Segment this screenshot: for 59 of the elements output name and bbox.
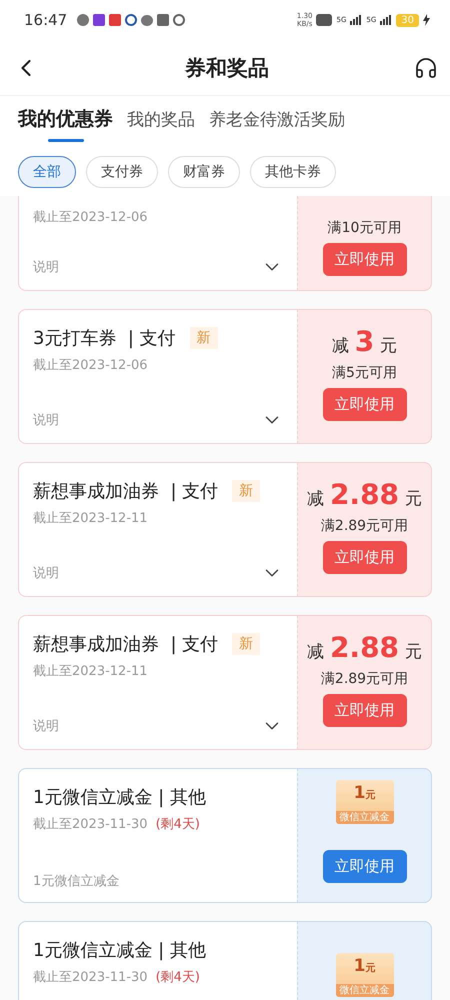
new-badge: 新 — [232, 633, 260, 655]
expiry-date: 截止至2023-12-06 — [33, 209, 148, 226]
filter-chip[interactable]: 其他卡券 — [250, 156, 336, 188]
coupon-description: 1元微信立减金 — [33, 873, 120, 890]
tab[interactable]: 养老金待激活奖励 — [209, 106, 345, 142]
discount-prefix: 减 — [306, 640, 324, 662]
discount-amount: 3 — [354, 324, 374, 358]
app-icon — [93, 14, 106, 26]
coupon-title: 3元打车券 | 支付 — [33, 327, 176, 350]
use-now-button[interactable]: 立即使用 — [322, 540, 406, 574]
expiry-date: 截止至2023-12-11 — [33, 663, 148, 680]
battery-level: 30 — [396, 14, 419, 26]
coupon-title: 1元微信立减金 | 其他 — [33, 786, 206, 809]
voucher-ticket: 1元 微信立减金 — [336, 952, 394, 996]
discount-prefix: 减 — [332, 334, 349, 356]
currency-unit: 元 — [405, 640, 422, 662]
usage-condition: 满2.89元可用 — [320, 670, 408, 688]
currency-unit: 元 — [405, 488, 422, 510]
signal-icon — [350, 15, 362, 25]
days-remaining: (剩4天) — [156, 816, 200, 833]
coupon-title: 薪想事成加油券 | 支付 — [33, 633, 218, 656]
app-icon — [109, 14, 122, 26]
coupon-title: 薪想事成加油券 | 支付 — [33, 480, 218, 503]
expiry-date: 截止至2023-12-06 — [33, 357, 148, 374]
coupon-description: 说明 — [33, 718, 59, 735]
coupon-description: 说明 — [33, 565, 59, 582]
filter-chip[interactable]: 财富券 — [168, 156, 240, 188]
page-title: 券和奖品 — [185, 54, 269, 82]
discount-amount: 2.88 — [330, 630, 400, 664]
coupon-description: 说明 — [33, 259, 59, 276]
headset-icon[interactable] — [414, 56, 438, 80]
expiry-date: 截止至2023-11-30 — [33, 969, 148, 986]
coupon-description: 说明 — [33, 412, 59, 429]
discount-prefix: 减 — [306, 488, 324, 510]
status-time: 16:47 — [24, 11, 68, 29]
charging-icon — [423, 14, 430, 26]
use-now-button[interactable]: 立即使用 — [322, 850, 406, 883]
new-badge: 新 — [232, 480, 260, 502]
tab[interactable]: 我的优惠券 — [18, 106, 113, 142]
signal-icon — [380, 15, 392, 25]
voucher-ticket: 1元 微信立减金 — [336, 780, 394, 824]
usage-condition: 满10元可用 — [328, 219, 402, 237]
expiry-date: 截止至2023-12-11 — [33, 510, 148, 527]
use-now-button[interactable]: 立即使用 — [322, 388, 406, 420]
expiry-date: 截止至2023-11-30 — [33, 816, 148, 833]
filter-chip[interactable]: 支付券 — [86, 156, 158, 188]
filter-chip[interactable]: 全部 — [18, 156, 76, 188]
days-remaining: (剩4天) — [156, 969, 200, 986]
currency-unit: 元 — [380, 334, 398, 356]
discount-amount: 2.88 — [330, 478, 400, 510]
app-icon — [157, 14, 170, 26]
tab[interactable]: 我的奖品 — [127, 106, 195, 142]
usage-condition: 满2.89元可用 — [320, 516, 408, 534]
use-now-button[interactable]: 立即使用 — [322, 694, 406, 726]
use-now-button[interactable]: 立即使用 — [322, 243, 406, 276]
usage-condition: 满5元可用 — [332, 364, 397, 382]
hd-icon — [316, 14, 332, 26]
new-badge: 新 — [190, 327, 218, 349]
coupon-title: 1元微信立减金 | 其他 — [33, 939, 206, 962]
